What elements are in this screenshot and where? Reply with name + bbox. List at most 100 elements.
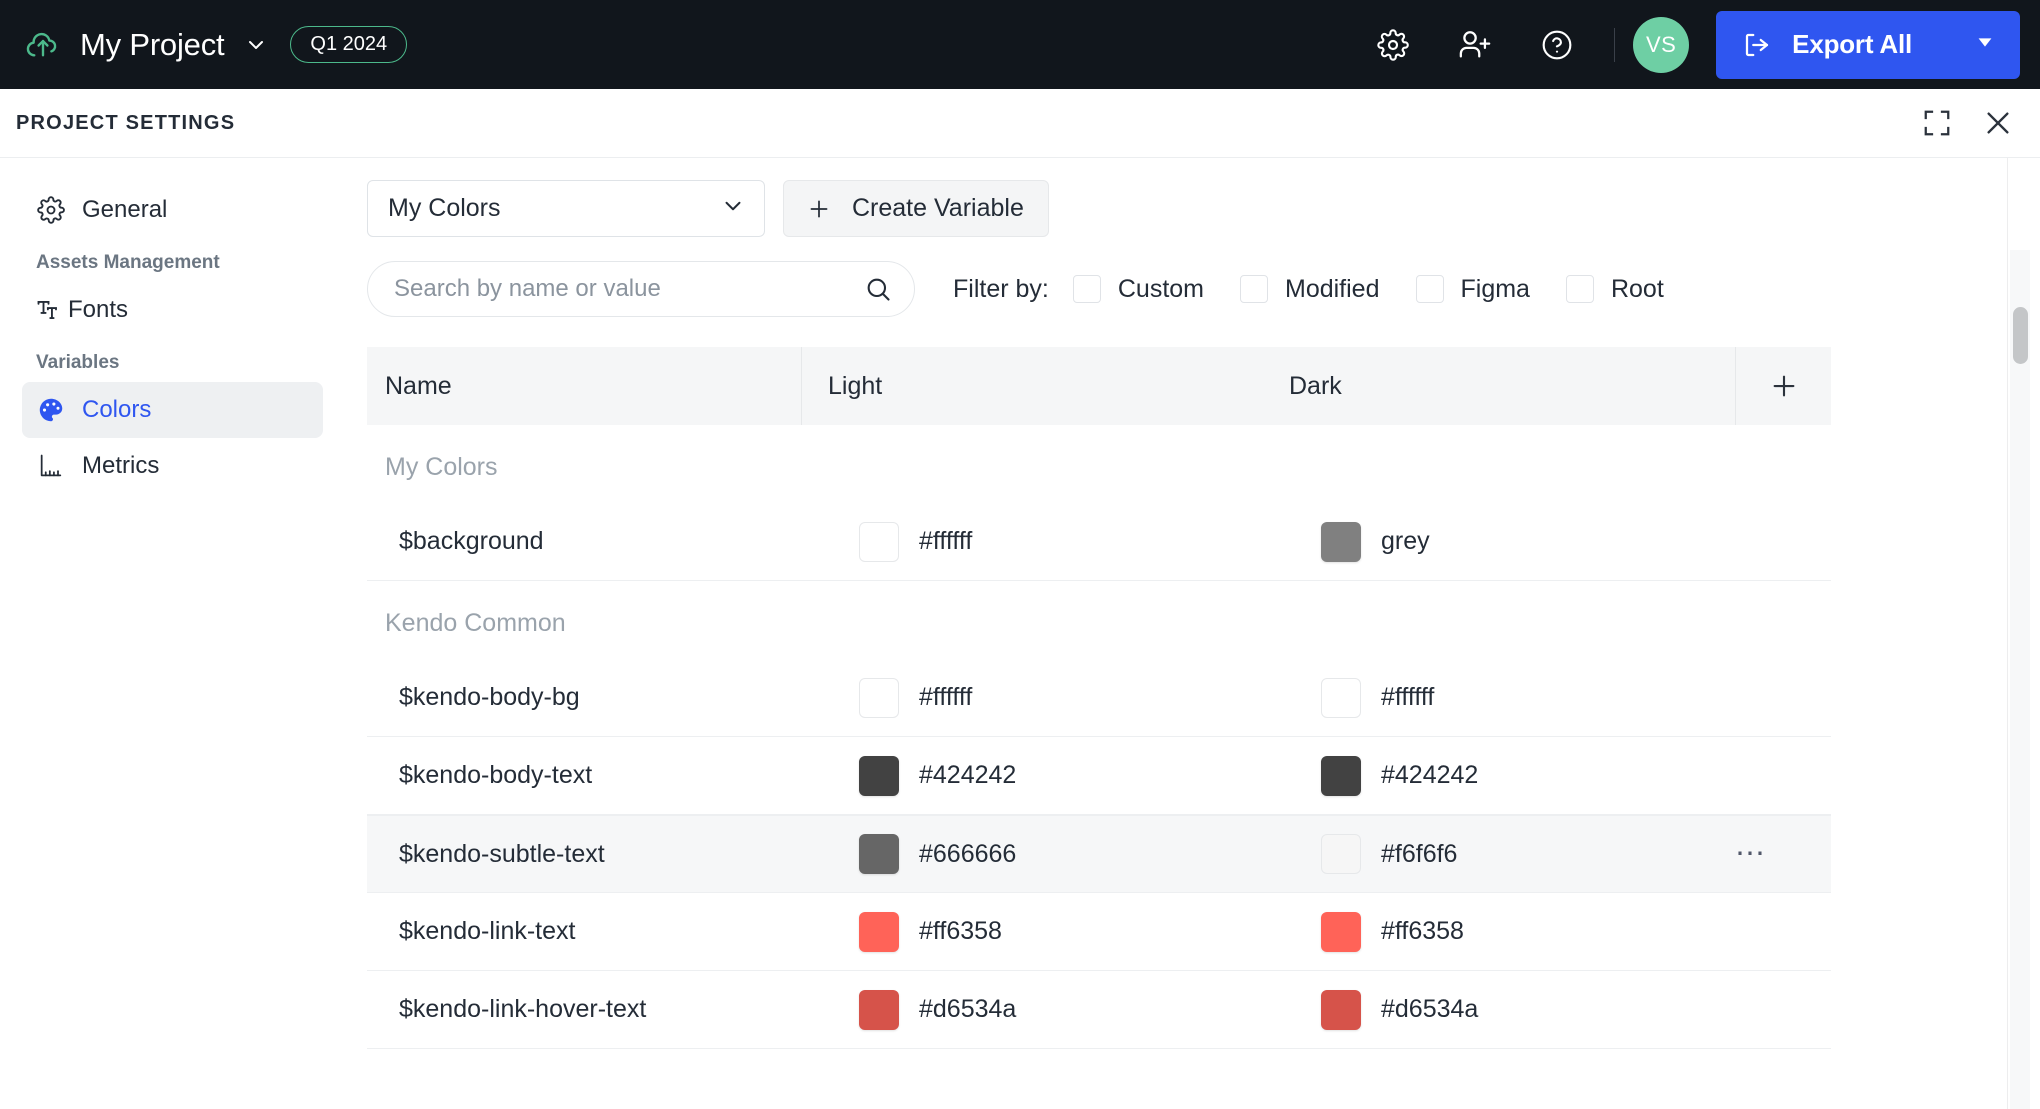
table-row[interactable]: $kendo-body-text #424242 #424242: [367, 737, 1831, 815]
checkbox[interactable]: [1415, 275, 1444, 303]
user-plus-icon[interactable]: [1448, 18, 1502, 72]
gear-icon: [36, 195, 66, 225]
sidebar-item-fonts[interactable]: Fonts: [22, 282, 323, 338]
color-swatch[interactable]: [1321, 677, 1361, 718]
checkbox[interactable]: [1240, 275, 1268, 303]
sidebar-item-label: General: [82, 196, 168, 223]
table-row[interactable]: $kendo-body-bg #ffffff #ffffff: [367, 659, 1831, 737]
variable-name: $kendo-subtle-text: [399, 839, 605, 868]
fullscreen-icon[interactable]: [1922, 108, 1952, 138]
header-divider: [1614, 27, 1616, 62]
chevron-down-icon: [720, 193, 746, 224]
variable-name: $kendo-body-bg: [399, 683, 580, 711]
table-group-header: My Colors: [385, 453, 498, 481]
sidebar-item-colors[interactable]: Colors: [22, 382, 323, 438]
project-name[interactable]: My Project: [80, 27, 225, 63]
gear-icon[interactable]: [1366, 18, 1420, 72]
scrollbar-thumb[interactable]: [2013, 307, 2028, 364]
close-icon[interactable]: [1982, 107, 2014, 139]
panel-header-actions: [1922, 107, 2014, 139]
color-swatch[interactable]: [859, 834, 899, 874]
filter-by-label: Filter by:: [953, 274, 1049, 303]
light-value-cell[interactable]: #d6534a: [801, 989, 1265, 1030]
filter-custom[interactable]: Custom: [1072, 274, 1204, 304]
filter-modified[interactable]: Modified: [1240, 275, 1380, 304]
search-box[interactable]: [367, 261, 915, 317]
dark-value-cell[interactable]: #424242: [1265, 755, 1735, 796]
search-filter-row: Filter by: Custom Modified Figma Root: [367, 261, 2040, 317]
color-swatch[interactable]: [1321, 989, 1361, 1030]
dark-value-cell[interactable]: #f6f6f6: [1265, 834, 1735, 874]
light-value-cell[interactable]: #ffffff: [801, 521, 1265, 562]
settings-sidebar: General Assets Management Fonts Variable…: [0, 158, 345, 1109]
color-value: #ffffff: [1381, 683, 1435, 711]
question-circle-icon[interactable]: [1530, 18, 1584, 72]
sidebar-item-label: Fonts: [68, 296, 129, 323]
table-row[interactable]: $kendo-subtle-text #666666 #f6f6f6 ⋯: [367, 815, 1831, 893]
color-swatch[interactable]: [1321, 834, 1361, 874]
filter-label: Custom: [1117, 274, 1204, 303]
filter-figma[interactable]: Figma: [1415, 274, 1530, 304]
color-swatch[interactable]: [1321, 755, 1361, 796]
sidebar-item-metrics[interactable]: Metrics: [22, 438, 323, 494]
dark-value-cell[interactable]: #d6534a: [1265, 989, 1735, 1030]
sidebar-item-general[interactable]: General: [22, 182, 323, 238]
panel-header: PROJECT SETTINGS: [0, 89, 2040, 158]
checkbox[interactable]: [1072, 275, 1101, 303]
sidebar-group-assets-management: Assets Management: [36, 252, 220, 273]
color-swatch[interactable]: [1321, 911, 1361, 952]
chevron-down-icon[interactable]: [244, 33, 268, 57]
light-value-cell[interactable]: #ff6358: [801, 911, 1265, 952]
filter-options: Custom Modified Figma Root: [1072, 274, 1664, 304]
export-all-label: Export All: [1792, 29, 1912, 59]
variable-name: $kendo-link-text: [399, 917, 576, 945]
light-value-cell[interactable]: #424242: [801, 755, 1265, 796]
table-group-header: Kendo Common: [385, 609, 566, 637]
color-value: #ffffff: [919, 683, 973, 711]
plus-icon: [1769, 371, 1799, 401]
caret-down-icon[interactable]: [1974, 31, 1996, 58]
filter-root[interactable]: Root: [1565, 275, 1664, 304]
variable-name: $background: [399, 527, 544, 555]
color-value: #666666: [919, 839, 1017, 868]
cloud-upload-icon[interactable]: [24, 26, 62, 64]
color-swatch[interactable]: [859, 677, 899, 718]
color-value: #424242: [1381, 761, 1479, 789]
avatar[interactable]: VS: [1633, 16, 1690, 73]
colors-panel: My Colors Create Variable Filter by:: [345, 158, 2040, 1109]
collection-select[interactable]: My Colors: [367, 180, 765, 237]
dark-value-cell[interactable]: #ffffff: [1265, 677, 1735, 718]
search-input[interactable]: [394, 275, 864, 303]
add-mode-button[interactable]: [1735, 347, 1831, 425]
table-row[interactable]: $kendo-link-text #ff6358 #ff6358: [367, 893, 1831, 971]
variable-name: $kendo-link-hover-text: [399, 995, 647, 1023]
collection-select-value: My Colors: [388, 194, 501, 222]
dark-value-cell[interactable]: #ff6358: [1265, 911, 1735, 952]
light-value-cell[interactable]: #ffffff: [801, 677, 1265, 718]
filter-label: Modified: [1285, 274, 1380, 303]
color-swatch[interactable]: [859, 521, 899, 562]
page-title: PROJECT SETTINGS: [16, 111, 236, 134]
table-row[interactable]: $kendo-link-hover-text #d6534a #d6534a: [367, 971, 1831, 1049]
table-row[interactable]: $background #ffffff grey: [367, 503, 1831, 581]
filter-label: Figma: [1460, 274, 1530, 303]
color-swatch[interactable]: [859, 911, 899, 952]
search-icon[interactable]: [864, 275, 892, 303]
color-swatch[interactable]: [859, 755, 899, 796]
color-value: grey: [1381, 527, 1430, 555]
panel-body: General Assets Management Fonts Variable…: [0, 158, 2040, 1109]
dark-value-cell[interactable]: grey: [1265, 521, 1735, 562]
scroll-divider: [2007, 158, 2008, 1109]
export-all-button[interactable]: Export All: [1716, 10, 2020, 79]
color-swatch[interactable]: [859, 989, 899, 1030]
version-badge[interactable]: Q1 2024: [290, 26, 408, 63]
light-value-cell[interactable]: #666666: [801, 834, 1265, 874]
checkbox[interactable]: [1565, 275, 1594, 303]
create-variable-button[interactable]: Create Variable: [783, 180, 1049, 237]
row-more-icon[interactable]: ⋯: [1735, 839, 1767, 869]
color-swatch[interactable]: [1321, 521, 1361, 562]
variable-name: $kendo-body-text: [399, 761, 593, 789]
vertical-scrollbar[interactable]: [2010, 250, 2030, 1109]
text-type-icon: [36, 295, 66, 325]
table-body: My Colors $background #ffffff grey Kendo…: [367, 425, 1831, 1049]
